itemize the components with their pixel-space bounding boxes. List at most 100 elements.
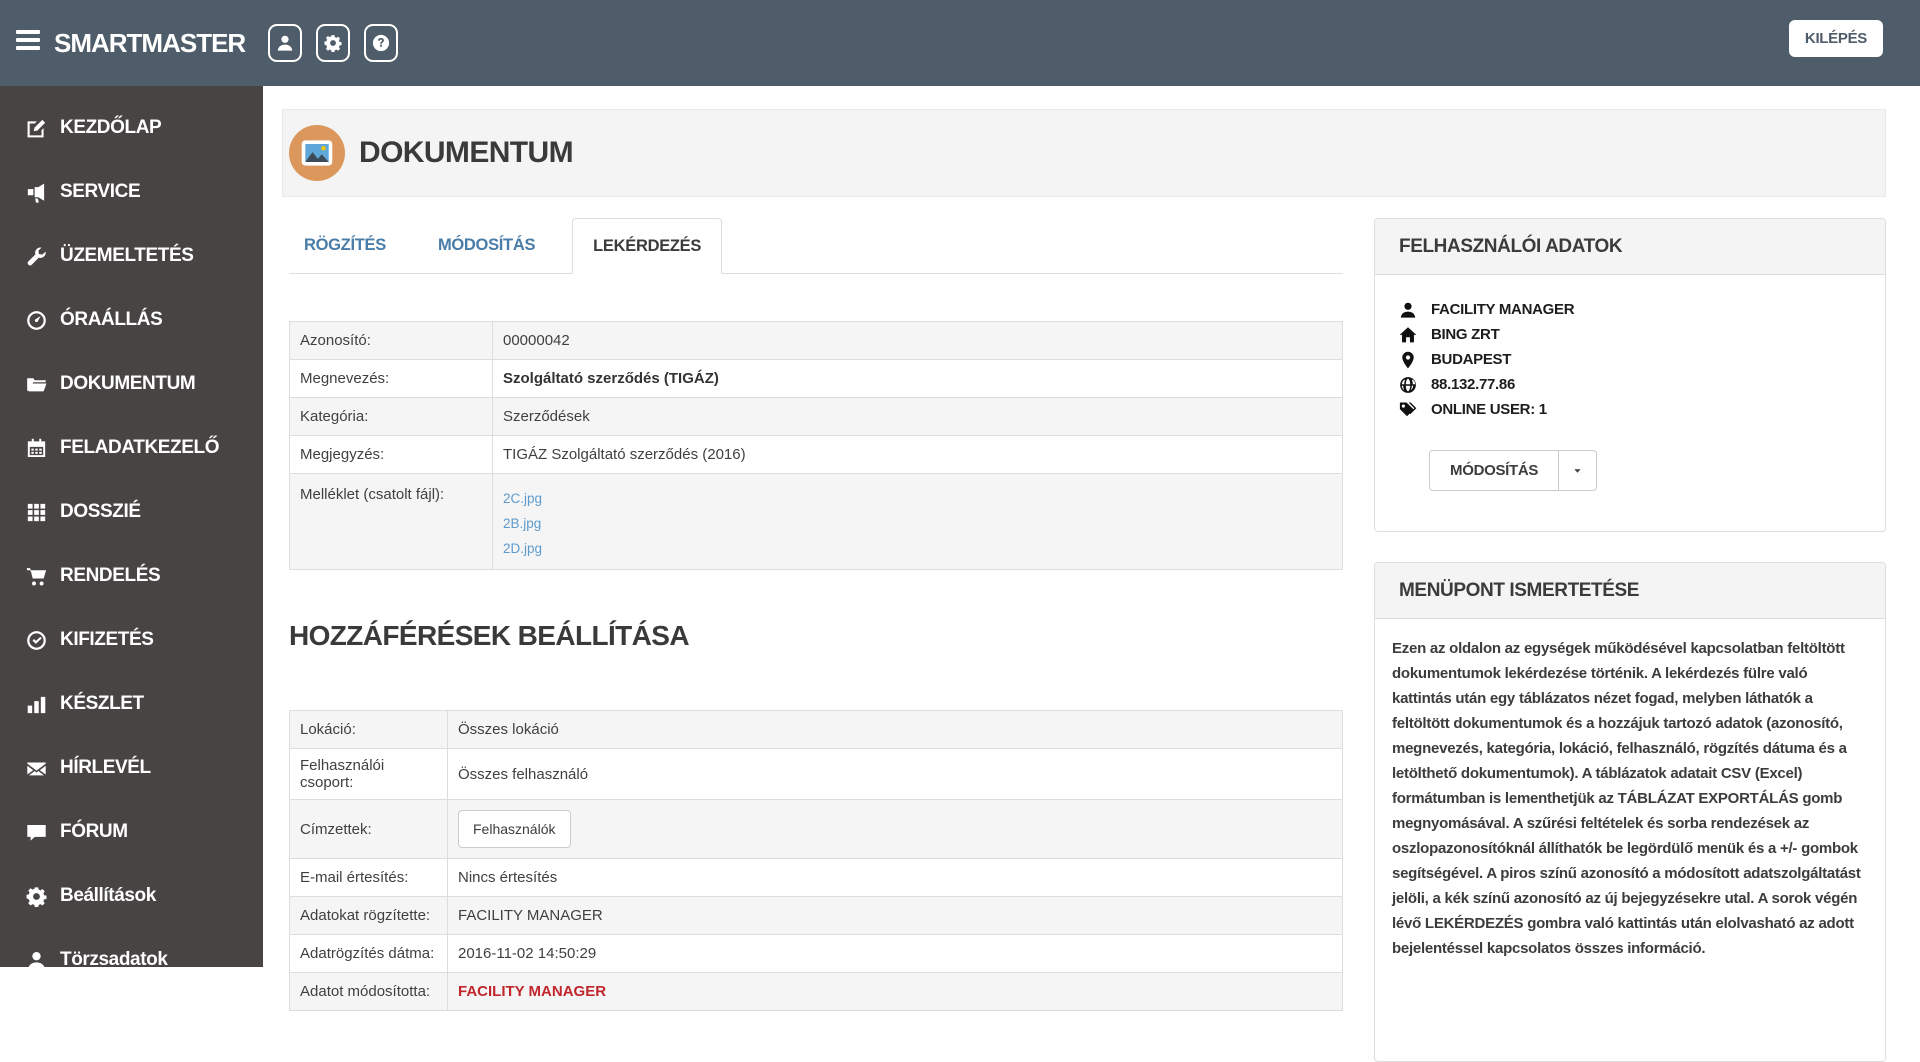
table-row: Kategória: Szerződések bbox=[290, 397, 1342, 435]
tabs: RÖGZÍTÉS MÓDOSÍTÁS LEKÉRDEZÉS bbox=[289, 218, 1343, 274]
sidebar-item-label: HÍRLEVÉL bbox=[60, 757, 151, 778]
megaphone-icon bbox=[26, 182, 47, 203]
map-marker-icon bbox=[1399, 351, 1417, 369]
grid-icon bbox=[26, 502, 47, 523]
sidebar-item-forum[interactable]: FÓRUM bbox=[0, 800, 263, 864]
check-circle-icon bbox=[26, 630, 47, 651]
table-row: Adatokat rögzítette: FACILITY MANAGER bbox=[290, 896, 1342, 934]
user-info-line: BUDAPEST bbox=[1399, 347, 1861, 372]
gauge-icon bbox=[26, 310, 47, 331]
question-icon[interactable] bbox=[364, 24, 398, 62]
sidebar-item-dokumentum[interactable]: DOKUMENTUM bbox=[0, 352, 263, 416]
sidebar-item-label: Beállítások bbox=[60, 885, 156, 906]
document-detail-table: Azonosító: 00000042 Megnevezés: Szolgáltató… bbox=[289, 321, 1343, 570]
user-panel-title: FELHASZNÁLÓI ADATOK bbox=[1375, 219, 1885, 275]
row-label: Melléklet (csatolt fájl): bbox=[290, 474, 493, 569]
table-row: Megnevezés: Szolgáltató szerződés (TIGÁZ) bbox=[290, 359, 1342, 397]
user-info-line: ONLINE USER: 1 bbox=[1399, 397, 1861, 422]
globe-icon bbox=[1399, 376, 1417, 394]
sidebar-item-kezdolap[interactable]: KEZDŐLAP bbox=[0, 96, 263, 160]
sidebar-item-oraallas[interactable]: ÓRAÁLLÁS bbox=[0, 288, 263, 352]
users-button[interactable]: Felhasználók bbox=[458, 810, 571, 848]
attachment-link[interactable]: 2D.jpg bbox=[503, 536, 542, 561]
user-info-line: FACILITY MANAGER bbox=[1399, 297, 1861, 322]
row-value: TIGÁZ Szolgáltató szerződés (2016) bbox=[503, 446, 746, 463]
modify-button[interactable]: MÓDOSÍTÁS bbox=[1429, 450, 1560, 491]
sidebar-item-label: ÜZEMELTETÉS bbox=[60, 245, 194, 266]
table-row: Adatot módosította: FACILITY MANAGER bbox=[290, 972, 1342, 1010]
table-row: Azonosító: 00000042 bbox=[290, 322, 1342, 359]
bar-chart-icon bbox=[26, 694, 47, 715]
row-label: Lokáció: bbox=[290, 711, 448, 748]
table-row: E-mail értesítés: Nincs értesítés bbox=[290, 858, 1342, 896]
sidebar-item-hirlevel[interactable]: HÍRLEVÉL bbox=[0, 736, 263, 800]
calendar-icon bbox=[26, 438, 47, 459]
comment-icon bbox=[26, 822, 47, 843]
tags-icon bbox=[1399, 401, 1417, 419]
folder-icon bbox=[26, 374, 47, 395]
user-info-text: 88.132.77.86 bbox=[1431, 376, 1515, 393]
sidebar: KEZDŐLAP SERVICE ÜZEMELTETÉS ÓRAÁLLÁS DOKUME… bbox=[0, 86, 263, 970]
gear-icon[interactable] bbox=[316, 24, 350, 62]
sidebar-item-label: KEZDŐLAP bbox=[60, 117, 162, 138]
user-info-text: FACILITY MANAGER bbox=[1431, 301, 1575, 318]
sidebar-item-feladatkezelo[interactable]: FELADATKEZELŐ bbox=[0, 416, 263, 480]
sidebar-item-label: DOKUMENTUM bbox=[60, 373, 196, 394]
page-title: DOKUMENTUM bbox=[359, 136, 574, 169]
sidebar-item-label: DOSSZIÉ bbox=[60, 501, 141, 522]
row-value: FACILITY MANAGER bbox=[458, 983, 607, 1000]
table-row: Felhasználói csoport: Összes felhasználó bbox=[290, 748, 1342, 799]
user-info-text: ONLINE USER: 1 bbox=[1431, 401, 1547, 418]
row-label: Adatrögzítés dátma: bbox=[290, 935, 448, 972]
user-info-line: BING ZRT bbox=[1399, 322, 1861, 347]
sidebar-item-dosszie[interactable]: DOSSZIÉ bbox=[0, 480, 263, 544]
table-row: Megjegyzés: TIGÁZ Szolgáltató szerződés (… bbox=[290, 435, 1342, 473]
user-info-line: 88.132.77.86 bbox=[1399, 372, 1861, 397]
user-icon bbox=[1399, 301, 1417, 319]
user-data-panel: FELHASZNÁLÓI ADATOK FACILITY MANAGER BING… bbox=[1374, 218, 1886, 532]
access-settings-table: Lokáció: Összes lokáció Felhasználói csopo… bbox=[289, 710, 1343, 1011]
edit-icon bbox=[26, 118, 47, 139]
info-panel-title: MENÜPONT ISMERTETÉSE bbox=[1375, 563, 1885, 619]
caret-down-icon[interactable] bbox=[1559, 450, 1598, 491]
row-label: Megnevezés: bbox=[290, 360, 493, 397]
topbar-buttons bbox=[268, 24, 398, 62]
table-row: Címzettek: Felhasználók bbox=[290, 799, 1342, 858]
table-row: Lokáció: Összes lokáció bbox=[290, 711, 1342, 748]
row-value: Szerződések bbox=[503, 408, 590, 425]
sidebar-item-uzemeltetes[interactable]: ÜZEMELTETÉS bbox=[0, 224, 263, 288]
sidebar-item-beallitasok[interactable]: Beállítások bbox=[0, 864, 263, 928]
table-row: Melléklet (csatolt fájl): 2C.jpg 2B.jpg 2D.… bbox=[290, 473, 1342, 569]
hamburger-menu-icon[interactable] bbox=[16, 30, 42, 56]
gear-icon bbox=[26, 886, 47, 907]
row-label: E-mail értesítés: bbox=[290, 859, 448, 896]
sidebar-item-label: KÉSZLET bbox=[60, 693, 144, 714]
sidebar-item-label: SERVICE bbox=[60, 181, 141, 202]
sidebar-item-torzsadatok[interactable]: Törzsadatok bbox=[0, 928, 263, 992]
tab-modositas[interactable]: MÓDOSÍTÁS bbox=[423, 218, 550, 273]
user-info-text: BUDAPEST bbox=[1431, 351, 1512, 368]
row-label: Felhasználói csoport: bbox=[290, 749, 448, 799]
user-icon[interactable] bbox=[268, 24, 302, 62]
sidebar-item-keszlet[interactable]: KÉSZLET bbox=[0, 672, 263, 736]
row-label: Kategória: bbox=[290, 398, 493, 435]
sidebar-item-service[interactable]: SERVICE bbox=[0, 160, 263, 224]
sidebar-item-label: FELADATKEZELŐ bbox=[60, 437, 220, 458]
tab-lekerdezes[interactable]: LEKÉRDEZÉS bbox=[572, 218, 723, 274]
logout-button[interactable]: KILÉPÉS bbox=[1788, 20, 1883, 57]
user-info-text: BING ZRT bbox=[1431, 326, 1500, 343]
sidebar-item-label: RENDELÉS bbox=[60, 565, 161, 586]
home-icon bbox=[1399, 326, 1417, 344]
row-value: 00000042 bbox=[503, 332, 570, 349]
tab-rogzites[interactable]: RÖGZÍTÉS bbox=[289, 218, 401, 273]
access-section-title: HOZZÁFÉRÉSEK BEÁLLÍTÁSA bbox=[289, 620, 690, 651]
row-value: 2016-11-02 14:50:29 bbox=[458, 945, 597, 962]
sidebar-item-rendeles[interactable]: RENDELÉS bbox=[0, 544, 263, 608]
sidebar-item-label: ÓRAÁLLÁS bbox=[60, 309, 163, 330]
info-panel-body: Ezen az oldalon az egységek működésével … bbox=[1392, 640, 1861, 957]
attachment-link[interactable]: 2C.jpg bbox=[503, 486, 542, 511]
attachment-link[interactable]: 2B.jpg bbox=[503, 511, 542, 536]
sidebar-item-kifizetes[interactable]: KIFIZETÉS bbox=[0, 608, 263, 672]
row-label: Megjegyzés: bbox=[290, 436, 493, 473]
modify-split-button: MÓDOSÍTÁS bbox=[1429, 450, 1598, 491]
